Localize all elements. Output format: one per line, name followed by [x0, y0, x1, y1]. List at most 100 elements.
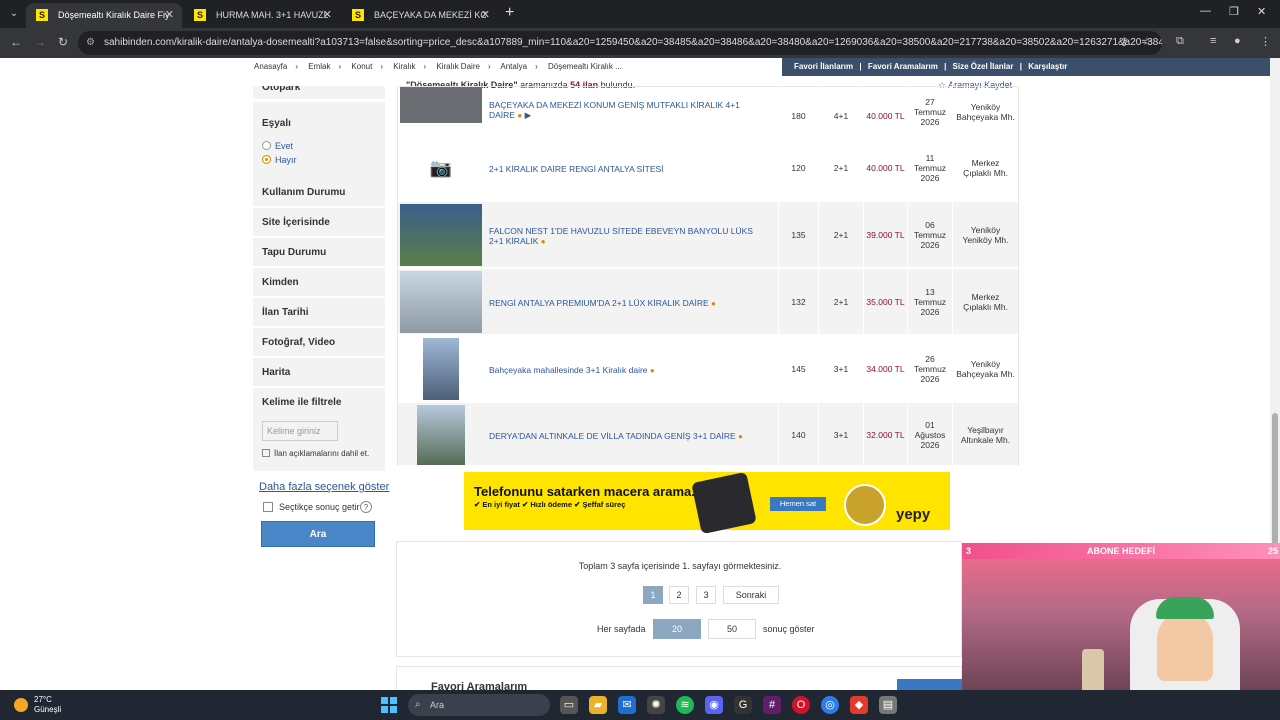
help-icon[interactable]: ?: [360, 501, 372, 513]
back-icon[interactable]: ←: [10, 35, 22, 49]
new-tab-icon[interactable]: +: [505, 4, 514, 22]
page-1-button[interactable]: 1: [643, 586, 663, 604]
listing-title[interactable]: DERYA'DAN ALTINKALE DE VİLLA TADINDA GEN…: [489, 431, 757, 442]
filter-from-whom[interactable]: Kimden: [253, 268, 385, 297]
listing-photo[interactable]: [417, 405, 465, 465]
listing-photo[interactable]: [400, 87, 482, 123]
window-close-icon[interactable]: ✕: [1257, 5, 1266, 18]
close-icon[interactable]: ✕: [481, 3, 490, 28]
listing-rooms: 2+1: [818, 135, 863, 201]
tab-2[interactable]: S BAÇEYAKA DA MEKEZİ KONUM ✕: [342, 3, 498, 28]
keyword-input[interactable]: Kelime giriniz: [262, 421, 338, 441]
taskbar-search[interactable]: ⌕ Ara: [408, 694, 550, 716]
table-row[interactable]: 📷 2+1 KİRALIK DAİRE RENGİ ANTALYA SİTESİ…: [398, 135, 1018, 201]
page-2-button[interactable]: 2: [669, 586, 689, 604]
tab-search-icon[interactable]: ⌄: [6, 6, 22, 22]
listing-title[interactable]: RENGİ ANTALYA PREMIUM'DA 2+1 LÜX KİRALIK…: [489, 298, 757, 309]
maximize-icon[interactable]: ❐: [1229, 5, 1239, 18]
menu-kebab-icon[interactable]: ⋮: [1260, 35, 1271, 48]
anydesk-icon[interactable]: ◆: [850, 696, 868, 714]
radio-furnished-yes[interactable]: Evet: [262, 141, 293, 151]
slack-icon[interactable]: #: [763, 696, 781, 714]
chrome-icon[interactable]: ◎: [821, 696, 839, 714]
extensions-icon[interactable]: ⧉: [1176, 35, 1184, 48]
page-3-button[interactable]: 3: [696, 586, 716, 604]
profile-avatar-icon[interactable]: ●: [1234, 35, 1241, 47]
filter-map[interactable]: Harita: [253, 358, 385, 387]
listing-title[interactable]: 2+1 KİRALIK DAİRE RENGİ ANTALYA SİTESİ: [489, 164, 757, 174]
filter-in-site[interactable]: Site İçerisinde: [253, 208, 385, 237]
outlook-icon[interactable]: ✉: [618, 696, 636, 714]
address-bar[interactable]: ⚙ sahibinden.com/kiralik-daire/antalya-d…: [78, 31, 1162, 55]
spotify-icon[interactable]: ≋: [676, 696, 694, 714]
tab-1[interactable]: S HURMA MAH. 3+1 HAVUZLU SİTE ✕: [184, 3, 340, 28]
browser-toolbar: ← → ↻ ⚙ sahibinden.com/kiralik-daire/ant…: [0, 28, 1280, 58]
cursor-app-icon[interactable]: G: [734, 696, 752, 714]
ad-cta-button[interactable]: Hemen sat: [770, 497, 826, 511]
include-desc-checkbox[interactable]: İlan açıklamalarını dahil et.: [262, 449, 369, 458]
close-icon[interactable]: ✕: [165, 3, 174, 28]
bookmark-star-icon[interactable]: ☆: [1142, 35, 1152, 48]
per-page-50-button[interactable]: 50: [708, 619, 756, 639]
favorite-listings-link[interactable]: Favori İlanlarım: [794, 62, 853, 71]
filter-listing-date[interactable]: İlan Tarihi: [253, 298, 385, 327]
table-row[interactable]: RENGİ ANTALYA PREMIUM'DA 2+1 LÜX KİRALIK…: [398, 269, 1018, 335]
listing-title[interactable]: BAÇEYAKA DA MEKEZİ KONUM GENİŞ MUTFAKLI …: [489, 100, 757, 121]
table-row[interactable]: DERYA'DAN ALTINKALE DE VİLLA TADINDA GEN…: [398, 403, 1018, 466]
filter-furnished-label[interactable]: Eşyalı: [262, 118, 385, 129]
radio-furnished-no[interactable]: Hayır: [262, 155, 297, 165]
star-icon: ●: [517, 111, 523, 120]
next-page-button[interactable]: Sonraki: [723, 586, 779, 604]
location-district: Merkez: [971, 292, 1000, 302]
table-row[interactable]: FALCON NEST 1'DE HAVUZLU SİTEDE EBEVEYN …: [398, 202, 1018, 268]
filter-usage[interactable]: Kullanım Durumu: [253, 178, 385, 207]
search-button[interactable]: Ara: [261, 521, 375, 547]
listing-photo[interactable]: [423, 338, 459, 400]
folder-icon[interactable]: ▰: [589, 696, 607, 714]
filter-parking[interactable]: Otopark: [253, 86, 385, 100]
filter-deed[interactable]: Tapu Durumu: [253, 238, 385, 267]
close-icon[interactable]: ✕: [323, 3, 332, 28]
breadcrumb-item[interactable]: Kiralık Daire: [436, 62, 480, 71]
listing-photo[interactable]: [400, 271, 482, 333]
site-info-icon[interactable]: ⚙: [86, 31, 95, 55]
breadcrumb-item[interactable]: Döşemealtı Kiralık ...: [548, 62, 622, 71]
weather-widget[interactable]: 27°C Güneşli: [14, 695, 61, 715]
password-key-icon[interactable]: ⚷: [1120, 35, 1128, 48]
app-icon[interactable]: ▤: [879, 696, 897, 714]
camera-icon[interactable]: 📷: [400, 137, 482, 199]
reload-icon[interactable]: ↻: [58, 35, 68, 49]
table-row[interactable]: Bahçeyaka mahallesinde 3+1 Kiralık daire…: [398, 336, 1018, 402]
compare-link[interactable]: Karşılaştır: [1028, 62, 1067, 71]
tab-0[interactable]: S Döşemealtı Kiralık Daire Fiyatları ✕: [26, 3, 182, 28]
for-you-link[interactable]: Size Özel İlanlar: [953, 62, 1014, 71]
table-row[interactable]: BAÇEYAKA DA MEKEZİ KONUM GENİŞ MUTFAKLI …: [398, 77, 1018, 135]
task-view-icon[interactable]: ▭: [560, 696, 578, 714]
live-results-checkbox[interactable]: Seçtikçe sonuç getir: [263, 502, 360, 512]
reading-list-icon[interactable]: ≡: [1210, 35, 1216, 47]
breadcrumb-item[interactable]: Antalya: [500, 62, 527, 71]
listing-title[interactable]: FALCON NEST 1'DE HAVUZLU SİTEDE EBEVEYN …: [489, 226, 757, 247]
filter-photo-video[interactable]: Fotoğraf, Video: [253, 328, 385, 357]
scrollbar-thumb[interactable]: [1272, 413, 1278, 553]
forward-icon[interactable]: →: [34, 35, 46, 49]
listing-price: 40.000 TL: [863, 77, 907, 135]
breadcrumb-item[interactable]: Kiralık: [393, 62, 415, 71]
opera-icon[interactable]: O: [792, 696, 810, 714]
listing-title[interactable]: Bahçeyaka mahallesinde 3+1 Kiralık daire…: [489, 365, 757, 376]
favorite-searches-link[interactable]: Favori Aramalarım: [868, 62, 938, 71]
more-options-link[interactable]: Daha fazla seçenek göster: [259, 481, 389, 493]
breadcrumb-item[interactable]: Anasayfa: [254, 62, 287, 71]
listing-photo[interactable]: [400, 204, 482, 266]
minimize-icon[interactable]: —: [1200, 5, 1211, 17]
ad-banner[interactable]: Telefonunu satarken macera arama. ✔ En i…: [464, 471, 950, 535]
windows-start-icon[interactable]: [381, 697, 397, 713]
chatgpt-icon[interactable]: ✺: [647, 696, 665, 714]
date-day: 26: [925, 354, 935, 364]
discord-icon[interactable]: ◉: [705, 696, 723, 714]
breadcrumb-item[interactable]: Emlak: [308, 62, 330, 71]
breadcrumb-item[interactable]: Konut: [351, 62, 372, 71]
listing-title-text: RENGİ ANTALYA PREMIUM'DA 2+1 LÜX KİRALIK…: [489, 298, 709, 308]
per-page-20-button[interactable]: 20: [653, 619, 701, 639]
radio-icon: [262, 141, 271, 150]
